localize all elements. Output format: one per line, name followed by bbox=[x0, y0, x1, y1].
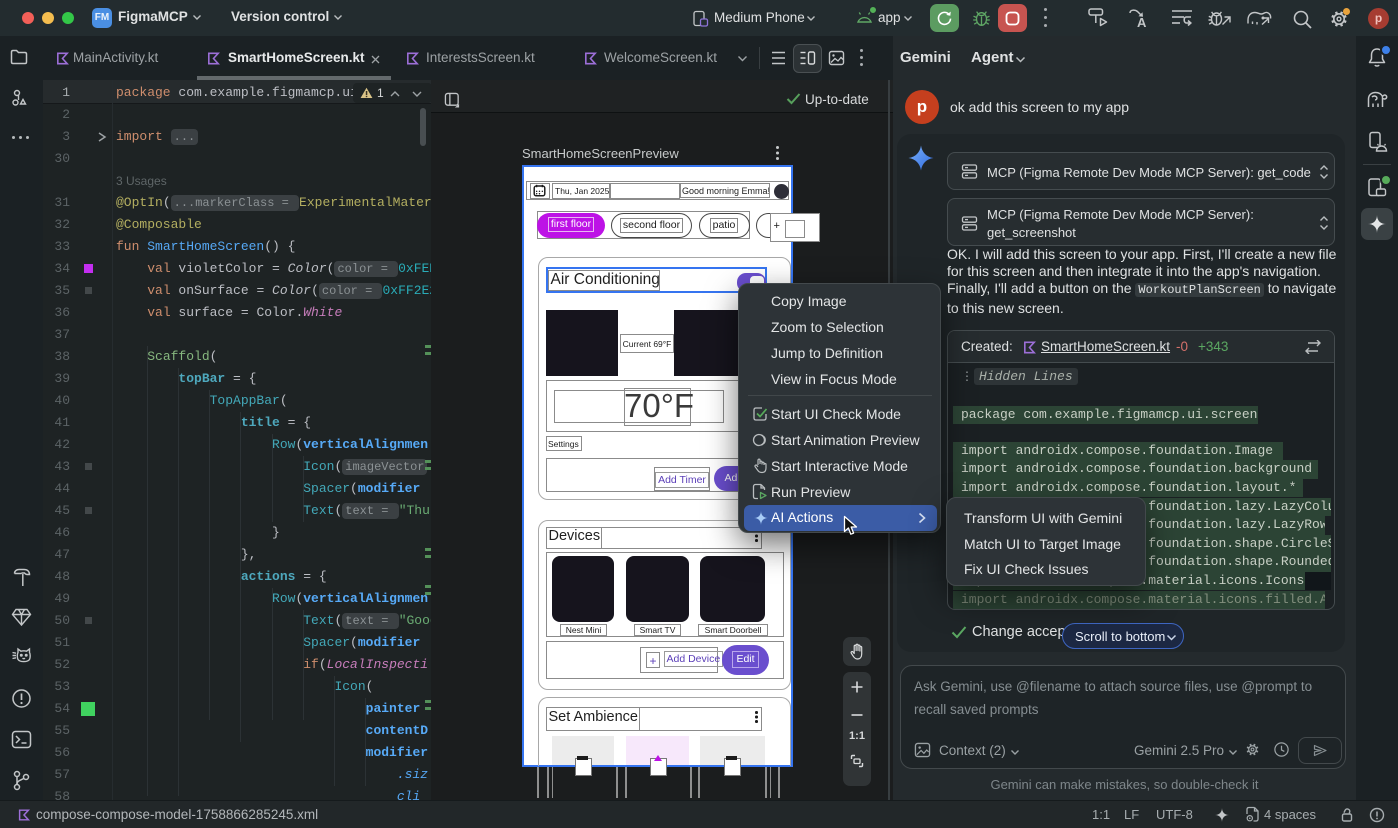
svg-text:A: A bbox=[1137, 15, 1147, 30]
